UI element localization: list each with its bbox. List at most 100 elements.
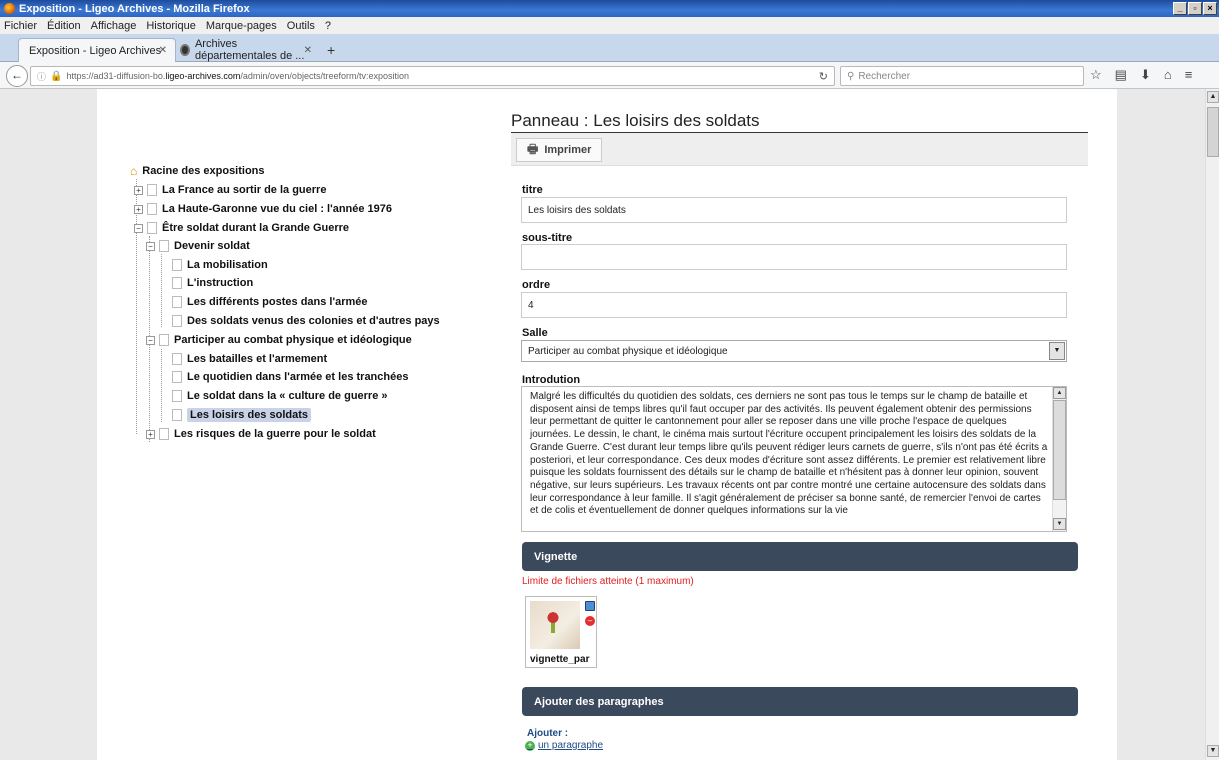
home-icon[interactable]: ⌂	[1164, 67, 1172, 83]
tree-node-selected[interactable]: Les loisirs des soldats	[172, 407, 311, 423]
scroll-down-icon[interactable]: ▼	[1053, 518, 1066, 530]
ordre-field[interactable]: 4	[521, 292, 1067, 318]
printer-icon: 🖶	[527, 141, 539, 156]
search-placeholder: Rechercher	[858, 70, 911, 82]
url-text: https://ad31-diffusion-bo.ligeo-archives…	[66, 71, 409, 81]
page-content: ⌂ Racine des expositions + La France au …	[97, 89, 1117, 760]
reading-list-icon[interactable]: ▤	[1115, 67, 1127, 83]
tree-node[interactable]: Des soldats venus des colonies et d'autr…	[172, 313, 440, 329]
tree-node[interactable]: Le quotidien dans l'armée et les tranché…	[172, 369, 408, 385]
menu-fichier[interactable]: Fichier	[4, 20, 37, 32]
page-viewport: ⌂ Racine des expositions + La France au …	[0, 89, 1205, 760]
ordre-label: ordre	[522, 279, 551, 291]
scroll-down-icon[interactable]: ▼	[1207, 745, 1219, 757]
tree-node[interactable]: + La France au sortir de la guerre	[134, 182, 326, 198]
site-favicon-icon	[180, 44, 190, 56]
hamburger-menu-icon[interactable]: ≡	[1185, 67, 1193, 83]
search-input[interactable]: ⚲ Rechercher	[840, 66, 1084, 86]
toolbar-icons: ☆ ▤ ⬇ ⌂ ≡	[1090, 67, 1192, 83]
document-icon	[159, 334, 169, 346]
menu-outils[interactable]: Outils	[287, 20, 315, 32]
document-icon	[159, 240, 169, 252]
close-tab-icon[interactable]: ✕	[304, 45, 312, 56]
titre-field[interactable]: Les loisirs des soldats	[521, 197, 1067, 223]
paragraphs-section-header: Ajouter des paragraphes	[522, 687, 1078, 716]
intro-label: Introdution	[522, 374, 581, 386]
tab-label: Exposition - Ligeo Archives	[29, 44, 162, 57]
intro-textarea[interactable]: Malgré les difficultés du quotidien des …	[521, 386, 1067, 532]
address-bar[interactable]: ⓘ 🔒 https://ad31-diffusion-bo.ligeo-arch…	[30, 66, 835, 86]
tab-exposition[interactable]: Exposition - Ligeo Archives ✕	[18, 38, 176, 62]
scroll-up-icon[interactable]: ▲	[1053, 387, 1066, 399]
tree-node[interactable]: Les batailles et l'armement	[172, 351, 327, 367]
collapse-icon[interactable]: −	[134, 223, 143, 233]
form-toolbar: 🖶 Imprimer	[511, 133, 1088, 166]
tree-node[interactable]: La mobilisation	[172, 257, 268, 273]
document-icon	[172, 390, 182, 402]
reload-icon[interactable]: ↻	[819, 70, 828, 83]
salle-select[interactable]: Participer au combat physique et idéolog…	[521, 340, 1067, 362]
titre-label: titre	[522, 184, 543, 196]
delete-icon[interactable]: –	[585, 616, 595, 626]
tree-node[interactable]: L'instruction	[172, 275, 253, 291]
tree-node[interactable]: + Les risques de la guerre pour le solda…	[146, 426, 376, 442]
scroll-thumb[interactable]	[1053, 400, 1066, 500]
search-icon: ⚲	[847, 70, 855, 82]
navigation-bar: ← ⓘ 🔒 https://ad31-diffusion-bo.ligeo-ar…	[0, 62, 1219, 89]
document-icon	[172, 371, 182, 383]
chevron-down-icon[interactable]: ▼	[1049, 342, 1065, 360]
minimize-button[interactable]: _	[1173, 2, 1187, 15]
maximize-button[interactable]: ▫	[1188, 2, 1202, 15]
lock-icon: 🔒	[50, 70, 63, 82]
tab-bar: Exposition - Ligeo Archives ✕ Archives d…	[0, 34, 1219, 62]
tree-node[interactable]: − Participer au combat physique et idéol…	[146, 332, 412, 348]
downloads-icon[interactable]: ⬇	[1140, 67, 1151, 83]
panel-title: Panneau : Les loisirs des soldats	[511, 111, 1088, 133]
menu-historique[interactable]: Historique	[146, 20, 196, 32]
menu-help[interactable]: ?	[325, 20, 331, 32]
textarea-scrollbar[interactable]: ▲ ▼	[1052, 387, 1066, 531]
document-icon	[172, 259, 182, 271]
soustitre-field[interactable]	[521, 244, 1067, 270]
document-icon	[172, 315, 182, 327]
menu-edition[interactable]: Édition	[47, 20, 81, 32]
intro-text: Malgré les difficultés du quotidien des …	[530, 391, 1048, 517]
soustitre-label: sous-titre	[522, 232, 573, 244]
close-window-button[interactable]: ×	[1203, 2, 1217, 15]
info-icon[interactable]: ⓘ	[37, 70, 46, 83]
tree-node[interactable]: − Être soldat durant la Grande Guerre	[134, 220, 349, 236]
tab-label: Archives départementales de ...	[194, 38, 305, 62]
tab-archives[interactable]: Archives départementales de ... ✕	[170, 38, 320, 62]
scroll-up-icon[interactable]: ▲	[1207, 91, 1219, 103]
tree-node[interactable]: − Devenir soldat	[146, 238, 250, 254]
tree-node[interactable]: Le soldat dans la « culture de guerre »	[172, 388, 388, 404]
new-tab-button[interactable]: +	[327, 42, 335, 58]
document-icon	[147, 203, 157, 215]
bookmark-star-icon[interactable]: ☆	[1090, 67, 1102, 83]
edit-icon[interactable]	[585, 601, 595, 611]
expand-icon[interactable]: +	[146, 429, 155, 439]
expand-icon[interactable]: +	[134, 204, 143, 214]
document-icon	[172, 277, 182, 289]
menu-marque-pages[interactable]: Marque-pages	[206, 20, 277, 32]
tree-node[interactable]: Les différents postes dans l'armée	[172, 294, 368, 310]
collapse-icon[interactable]: −	[146, 241, 155, 251]
collapse-icon[interactable]: −	[146, 335, 155, 345]
tree-node[interactable]: + La Haute-Garonne vue du ciel : l'année…	[134, 201, 392, 217]
window-controls: _ ▫ ×	[1173, 2, 1217, 15]
close-tab-icon[interactable]: ✕	[159, 45, 167, 56]
document-icon	[159, 428, 169, 440]
add-paragraph-link[interactable]: + un paragraphe	[525, 740, 603, 751]
tree-root[interactable]: ⌂ Racine des expositions	[130, 163, 265, 179]
document-icon	[172, 409, 182, 421]
vignette-filename: vignette_par	[530, 654, 590, 665]
window-titlebar: Exposition - Ligeo Archives - Mozilla Fi…	[0, 0, 1219, 17]
page-scrollbar[interactable]: ▲ ▼	[1205, 89, 1219, 760]
expand-icon[interactable]: +	[134, 185, 143, 195]
scroll-thumb[interactable]	[1207, 107, 1219, 157]
back-button[interactable]: ←	[6, 65, 28, 87]
document-icon	[172, 353, 182, 365]
print-button[interactable]: 🖶 Imprimer	[516, 138, 603, 162]
menu-affichage[interactable]: Affichage	[91, 20, 137, 32]
plus-circle-icon: +	[525, 740, 535, 751]
